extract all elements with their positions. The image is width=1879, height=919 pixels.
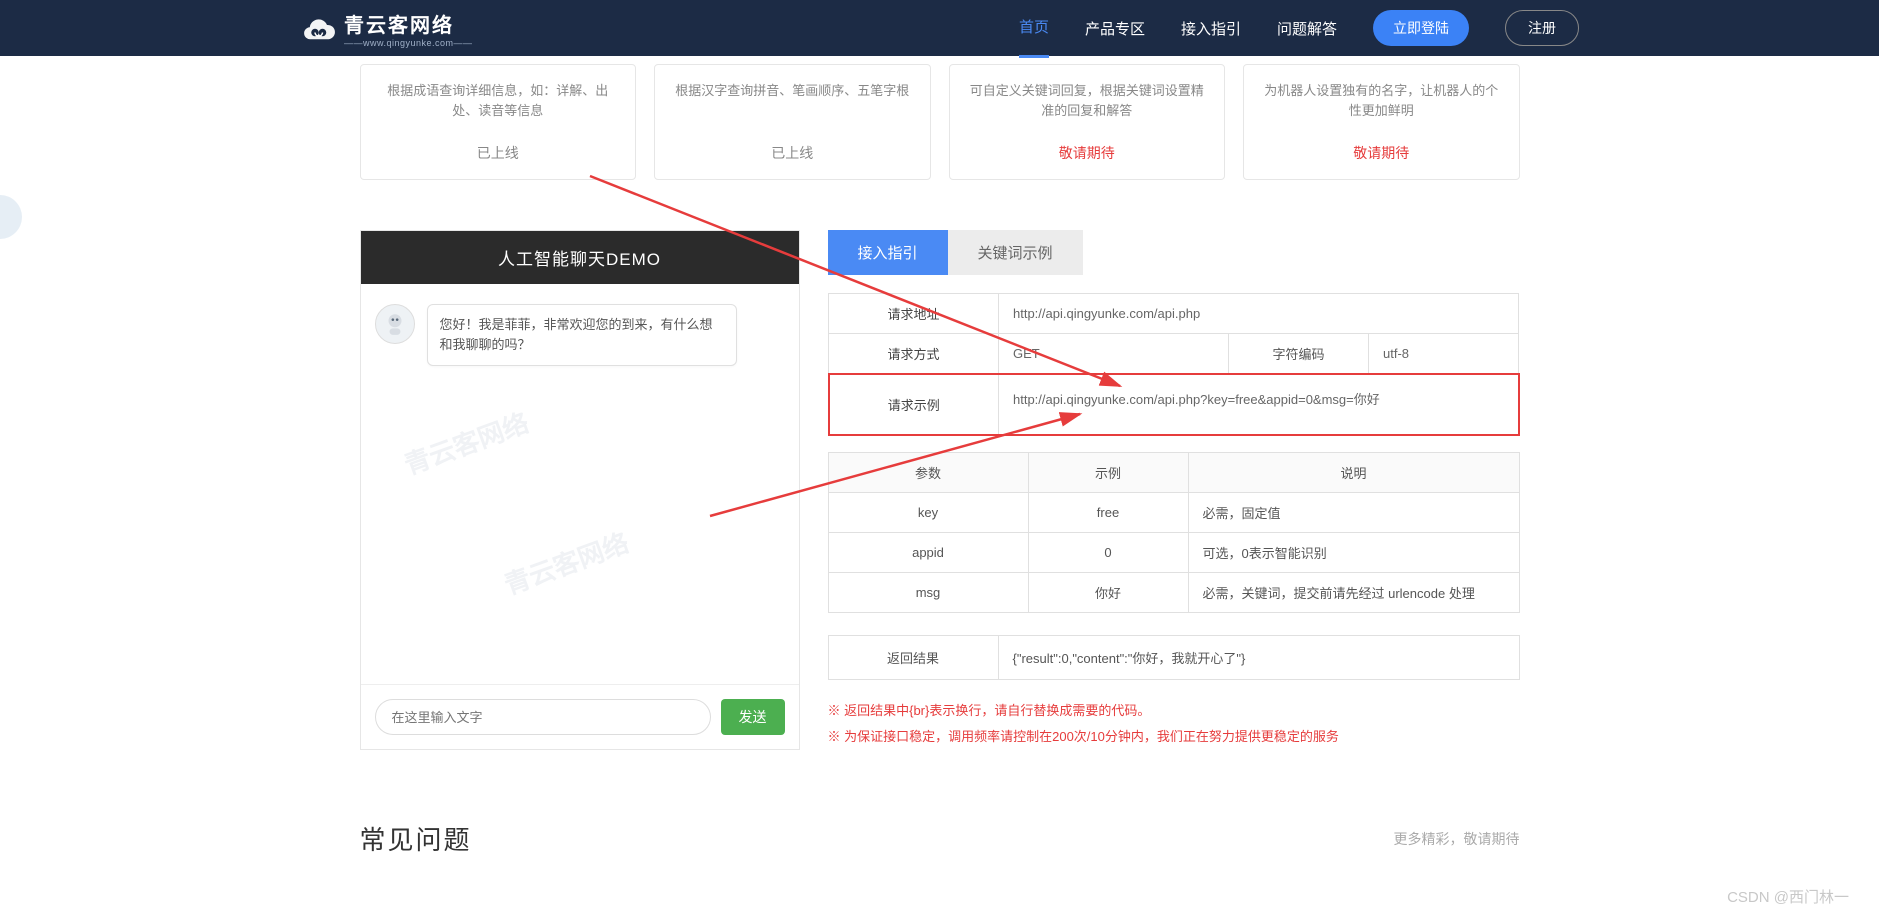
param-example: 你好 [1028,573,1188,613]
chat-header: 人工智能聊天DEMO [361,231,799,284]
tab-guide[interactable]: 接入指引 [828,230,948,275]
card-status: 已上线 [669,143,916,163]
bot-avatar-icon [375,304,415,344]
nav-faq[interactable]: 问题解答 [1277,0,1337,57]
card-status: 敬请期待 [964,143,1211,163]
table-row: 返回结果 {"result":0,"content":"你好，我就开心了"} [828,636,1519,680]
faq-more: 更多精彩，敬请期待 [1394,829,1520,849]
table-row-example: 请求示例 http://api.qingyunke.com/api.php?ke… [829,374,1519,435]
feature-card[interactable]: 根据成语查询详细信息，如：详解、出处、读音等信息 已上线 [360,64,637,180]
nav-products[interactable]: 产品专区 [1085,0,1145,57]
note-text: ※ 为保证接口稳定，调用频率请控制在200次/10分钟内，我们正在努力提供更稳定… [828,724,1520,750]
request-example-label: 请求示例 [829,374,999,435]
param-name: key [828,493,1028,533]
feature-card[interactable]: 根据汉字查询拼音、笔画顺序、五笔字根 已上线 [654,64,931,180]
charset-label: 字符编码 [1229,334,1369,375]
main-header: 青云客网络 ——www.qingyunke.com—— 首页 产品专区 接入指引… [0,0,1879,56]
main-nav: 首页 产品专区 接入指引 问题解答 立即登陆 注册 [1019,0,1579,58]
card-desc: 根据成语查询详细信息，如：详解、出处、读音等信息 [375,81,622,121]
login-button[interactable]: 立即登陆 [1373,10,1469,46]
brand-logo[interactable]: 青云客网络 ——www.qingyunke.com—— [300,9,473,48]
floating-side-button[interactable] [0,195,22,239]
cloud-icon [300,10,336,46]
api-guide-panel: 接入指引 关键词示例 请求地址 http://api.qingyunke.com… [828,230,1520,750]
param-name: appid [828,533,1028,573]
api-return-table: 返回结果 {"result":0,"content":"你好，我就开心了"} [828,635,1520,680]
chat-message: 您好！我是菲菲，非常欢迎您的到来，有什么想和我聊聊的吗？ [375,304,785,366]
api-tabs: 接入指引 关键词示例 [828,230,1520,275]
send-button[interactable]: 发送 [721,699,785,735]
feature-card[interactable]: 可自定义关键词回复，根据关键词设置精准的回复和解答 敬请期待 [949,64,1226,180]
return-label: 返回结果 [828,636,998,680]
param-row: msg 你好 必需，关键词，提交前请先经过 urlencode 处理 [828,573,1519,613]
charset-value: utf-8 [1369,334,1519,375]
request-url-label: 请求地址 [829,294,999,334]
api-params-table: 参数 示例 说明 key free 必需，固定值 appid 0 可选，0表示智… [828,452,1520,613]
card-desc: 为机器人设置独有的名字，让机器人的个性更加鲜明 [1258,81,1505,121]
request-method-label: 请求方式 [829,334,999,375]
faq-section: 常见问题 更多精彩，敬请期待 [360,820,1520,877]
chat-input-area: 发送 [361,684,799,749]
note-text: ※ 返回结果中{br}表示换行，请自行替换成需要的代码。 [828,698,1520,724]
param-desc: 必需，固定值 [1188,493,1519,533]
csdn-watermark: CSDN @西门林一 [1727,886,1849,907]
api-notes: ※ 返回结果中{br}表示换行，请自行替换成需要的代码。 ※ 为保证接口稳定，调… [828,698,1520,750]
tab-keywords[interactable]: 关键词示例 [948,230,1083,275]
nav-home[interactable]: 首页 [1019,0,1049,58]
feature-card[interactable]: 为机器人设置独有的名字，让机器人的个性更加鲜明 敬请期待 [1243,64,1520,180]
param-example: 0 [1028,533,1188,573]
chat-bubble: 您好！我是菲菲，非常欢迎您的到来，有什么想和我聊聊的吗？ [427,304,737,366]
request-url-value: http://api.qingyunke.com/api.php [999,294,1519,334]
api-request-table: 请求地址 http://api.qingyunke.com/api.php 请求… [828,293,1520,436]
param-name: msg [828,573,1028,613]
request-example-value: http://api.qingyunke.com/api.php?key=fre… [999,374,1519,435]
chat-input[interactable] [375,699,711,735]
return-value: {"result":0,"content":"你好，我就开心了"} [998,636,1519,680]
param-row: key free 必需，固定值 [828,493,1519,533]
param-header: 参数 [828,453,1028,493]
desc-header: 说明 [1188,453,1519,493]
param-desc: 可选，0表示智能识别 [1188,533,1519,573]
brand-name: 青云客网络 [344,9,473,38]
chat-body: 青云客网络 青云客网络 您好！我是菲菲，非常欢迎您的到来，有什么想和我聊聊的吗？ [361,284,799,684]
feature-cards: 根据成语查询详细信息，如：详解、出处、读音等信息 已上线 根据汉字查询拼音、笔画… [360,56,1520,180]
param-example: free [1028,493,1188,533]
example-header: 示例 [1028,453,1188,493]
table-row: 请求地址 http://api.qingyunke.com/api.php [829,294,1519,334]
request-method-value: GET [999,334,1229,375]
param-desc: 必需，关键词，提交前请先经过 urlencode 处理 [1188,573,1519,613]
card-status: 已上线 [375,143,622,163]
faq-title: 常见问题 [360,820,472,857]
card-desc: 根据汉字查询拼音、笔画顺序、五笔字根 [669,81,916,121]
chat-demo-panel: 人工智能聊天DEMO 青云客网络 青云客网络 您好！我是菲菲，非常欢迎您的到来，… [360,230,800,750]
register-button[interactable]: 注册 [1505,10,1579,46]
card-desc: 可自定义关键词回复，根据关键词设置精准的回复和解答 [964,81,1211,121]
table-row: 请求方式 GET 字符编码 utf-8 [829,334,1519,375]
card-status: 敬请期待 [1258,143,1505,163]
brand-subtitle: ——www.qingyunke.com—— [344,38,473,48]
param-row: appid 0 可选，0表示智能识别 [828,533,1519,573]
nav-guide[interactable]: 接入指引 [1181,0,1241,57]
